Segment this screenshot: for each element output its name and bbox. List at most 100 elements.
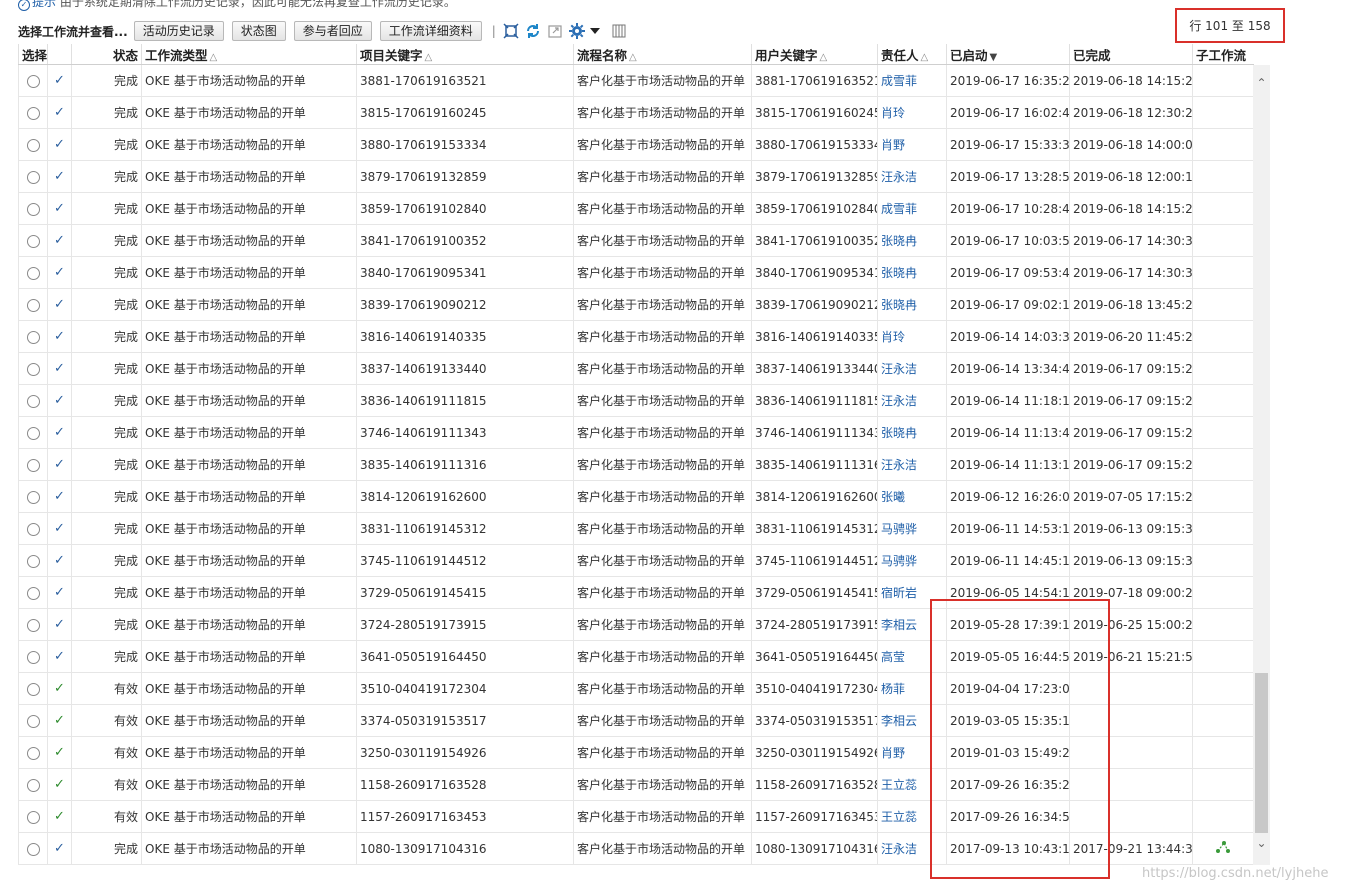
select-workflow-menu[interactable]: 选择工作流并查看... (18, 23, 128, 40)
row-radio[interactable] (26, 746, 40, 760)
row-radio[interactable] (26, 650, 40, 664)
row-radio[interactable] (26, 234, 40, 248)
assignee-link[interactable]: 肖玲 (877, 96, 947, 129)
table-row[interactable]: ✓ 完成 OKE 基于市场活动物品的开单 3841-170619100352 客户化基于… (18, 224, 1254, 257)
assignee-link[interactable]: 张曦 (877, 480, 947, 513)
select-cell[interactable] (18, 160, 48, 193)
select-cell[interactable] (18, 768, 48, 801)
assignee-link[interactable]: 汪永洁 (877, 352, 947, 385)
assignee-link[interactable]: 马骋骅 (877, 544, 947, 577)
table-row[interactable]: ✓ 完成 OKE 基于市场活动物品的开单 3815-170619160245 客户化基于… (18, 96, 1254, 129)
scroll-down-icon[interactable]: ⌄ (1253, 835, 1270, 852)
row-radio[interactable] (26, 170, 40, 184)
col-workflow-type[interactable]: 工作流类型 △ (141, 44, 357, 65)
select-cell[interactable] (18, 736, 48, 769)
workflow-details-button[interactable]: 工作流详细资料 (379, 21, 482, 41)
select-cell[interactable] (18, 352, 48, 385)
gear-icon[interactable] (568, 22, 586, 40)
scroll-thumb[interactable] (1255, 673, 1268, 833)
select-cell[interactable] (18, 800, 48, 833)
assignee-link[interactable]: 肖野 (877, 128, 947, 161)
select-cell[interactable] (18, 832, 48, 865)
row-radio[interactable] (26, 202, 40, 216)
table-row[interactable]: ✓ 有效 OKE 基于市场活动物品的开单 3510-040419172304 客户化基于… (18, 672, 1254, 705)
table-row[interactable]: ✓ 完成 OKE 基于市场活动物品的开单 3641-050519164450 客户化基于… (18, 640, 1254, 673)
table-row[interactable]: ✓ 有效 OKE 基于市场活动物品的开单 3374-050319153517 客户化基于… (18, 704, 1254, 737)
assignee-link[interactable]: 肖玲 (877, 320, 947, 353)
assignee-link[interactable]: 汪永洁 (877, 448, 947, 481)
status-diagram-button[interactable]: 状态图 (231, 21, 286, 41)
table-row[interactable]: ✓ 完成 OKE 基于市场活动物品的开单 3835-140619111316 客户化基于… (18, 448, 1254, 481)
assignee-link[interactable]: 李相云 (877, 608, 947, 641)
select-cell[interactable] (18, 480, 48, 513)
row-radio[interactable] (26, 330, 40, 344)
select-cell[interactable] (18, 288, 48, 321)
select-cell[interactable] (18, 672, 48, 705)
row-radio[interactable] (26, 778, 40, 792)
select-cell[interactable] (18, 416, 48, 449)
assignee-link[interactable]: 李相云 (877, 704, 947, 737)
row-radio[interactable] (26, 426, 40, 440)
select-cell[interactable] (18, 224, 48, 257)
row-radio[interactable] (26, 554, 40, 568)
table-row[interactable]: ✓ 完成 OKE 基于市场活动物品的开单 3831-110619145312 客户化基于… (18, 512, 1254, 545)
sort-asc-icon[interactable]: △ (629, 52, 637, 63)
assignee-link[interactable]: 成雪菲 (877, 192, 947, 225)
table-row[interactable]: ✓ 完成 OKE 基于市场活动物品的开单 3729-050619145415 客户化基于… (18, 576, 1254, 609)
columns-icon[interactable] (610, 22, 628, 40)
sort-asc-icon[interactable]: △ (425, 52, 433, 63)
assignee-link[interactable]: 汪永洁 (877, 384, 947, 417)
row-radio[interactable] (26, 298, 40, 312)
table-row[interactable]: ✓ 完成 OKE 基于市场活动物品的开单 3881-170619163521 客户化基于… (18, 64, 1254, 97)
assignee-link[interactable]: 杨菲 (877, 672, 947, 705)
assignee-link[interactable]: 王立蕊 (877, 800, 947, 833)
subflow-cell[interactable] (1192, 832, 1254, 865)
assignee-link[interactable]: 肖野 (877, 736, 947, 769)
table-row[interactable]: ✓ 完成 OKE 基于市场活动物品的开单 3816-140619140335 客户化基于… (18, 320, 1254, 353)
select-cell[interactable] (18, 576, 48, 609)
table-row[interactable]: ✓ 完成 OKE 基于市场活动物品的开单 3724-280519173915 客户化基于… (18, 608, 1254, 641)
select-cell[interactable] (18, 704, 48, 737)
select-cell[interactable] (18, 608, 48, 641)
assignee-link[interactable]: 汪永洁 (877, 832, 947, 865)
col-process-name[interactable]: 流程名称 △ (573, 44, 752, 65)
table-row[interactable]: ✓ 完成 OKE 基于市场活动物品的开单 3879-170619132859 客户化基于… (18, 160, 1254, 193)
table-row[interactable]: ✓ 完成 OKE 基于市场活动物品的开单 1080-130917104316 客户化基于… (18, 832, 1254, 865)
subflow-icon[interactable] (1215, 841, 1231, 857)
table-row[interactable]: ✓ 完成 OKE 基于市场活动物品的开单 3746-140619111343 客户化基于… (18, 416, 1254, 449)
select-cell[interactable] (18, 96, 48, 129)
refresh-icon[interactable] (524, 22, 542, 40)
col-started[interactable]: 已启动 ▼ (946, 44, 1070, 65)
select-cell[interactable] (18, 128, 48, 161)
table-row[interactable]: ✓ 完成 OKE 基于市场活动物品的开单 3814-120619162600 客户化基于… (18, 480, 1254, 513)
select-cell[interactable] (18, 256, 48, 289)
assignee-link[interactable]: 张晓冉 (877, 224, 947, 257)
row-radio[interactable] (26, 490, 40, 504)
col-item-key[interactable]: 项目关键字 △ (356, 44, 574, 65)
table-row[interactable]: ✓ 完成 OKE 基于市场活动物品的开单 3745-110619144512 客户化基于… (18, 544, 1254, 577)
scroll-up-icon[interactable]: ⌃ (1253, 75, 1270, 92)
sort-asc-icon[interactable]: △ (210, 52, 218, 63)
table-row[interactable]: ✓ 有效 OKE 基于市场活动物品的开单 1158-260917163528 客户化基于… (18, 768, 1254, 801)
assignee-link[interactable]: 成雪菲 (877, 64, 947, 97)
select-cell[interactable] (18, 192, 48, 225)
activity-history-button[interactable]: 活动历史记录 (133, 21, 224, 41)
participant-response-button[interactable]: 参与者回应 (293, 21, 372, 41)
row-radio[interactable] (26, 74, 40, 88)
col-assignee[interactable]: 责任人 △ (877, 44, 947, 65)
assignee-link[interactable]: 张晓冉 (877, 288, 947, 321)
row-radio[interactable] (26, 810, 40, 824)
detach-icon[interactable] (502, 22, 520, 40)
row-radio[interactable] (26, 618, 40, 632)
sort-asc-icon[interactable]: △ (820, 52, 828, 63)
assignee-link[interactable]: 高莹 (877, 640, 947, 673)
row-radio[interactable] (26, 586, 40, 600)
table-row[interactable]: ✓ 完成 OKE 基于市场活动物品的开单 3836-140619111815 客户化基于… (18, 384, 1254, 417)
row-radio[interactable] (26, 714, 40, 728)
select-cell[interactable] (18, 448, 48, 481)
row-radio[interactable] (26, 842, 40, 856)
assignee-link[interactable]: 张晓冉 (877, 256, 947, 289)
row-radio[interactable] (26, 266, 40, 280)
table-row[interactable]: ✓ 完成 OKE 基于市场活动物品的开单 3840-170619095341 客户化基于… (18, 256, 1254, 289)
assignee-link[interactable]: 汪永洁 (877, 160, 947, 193)
